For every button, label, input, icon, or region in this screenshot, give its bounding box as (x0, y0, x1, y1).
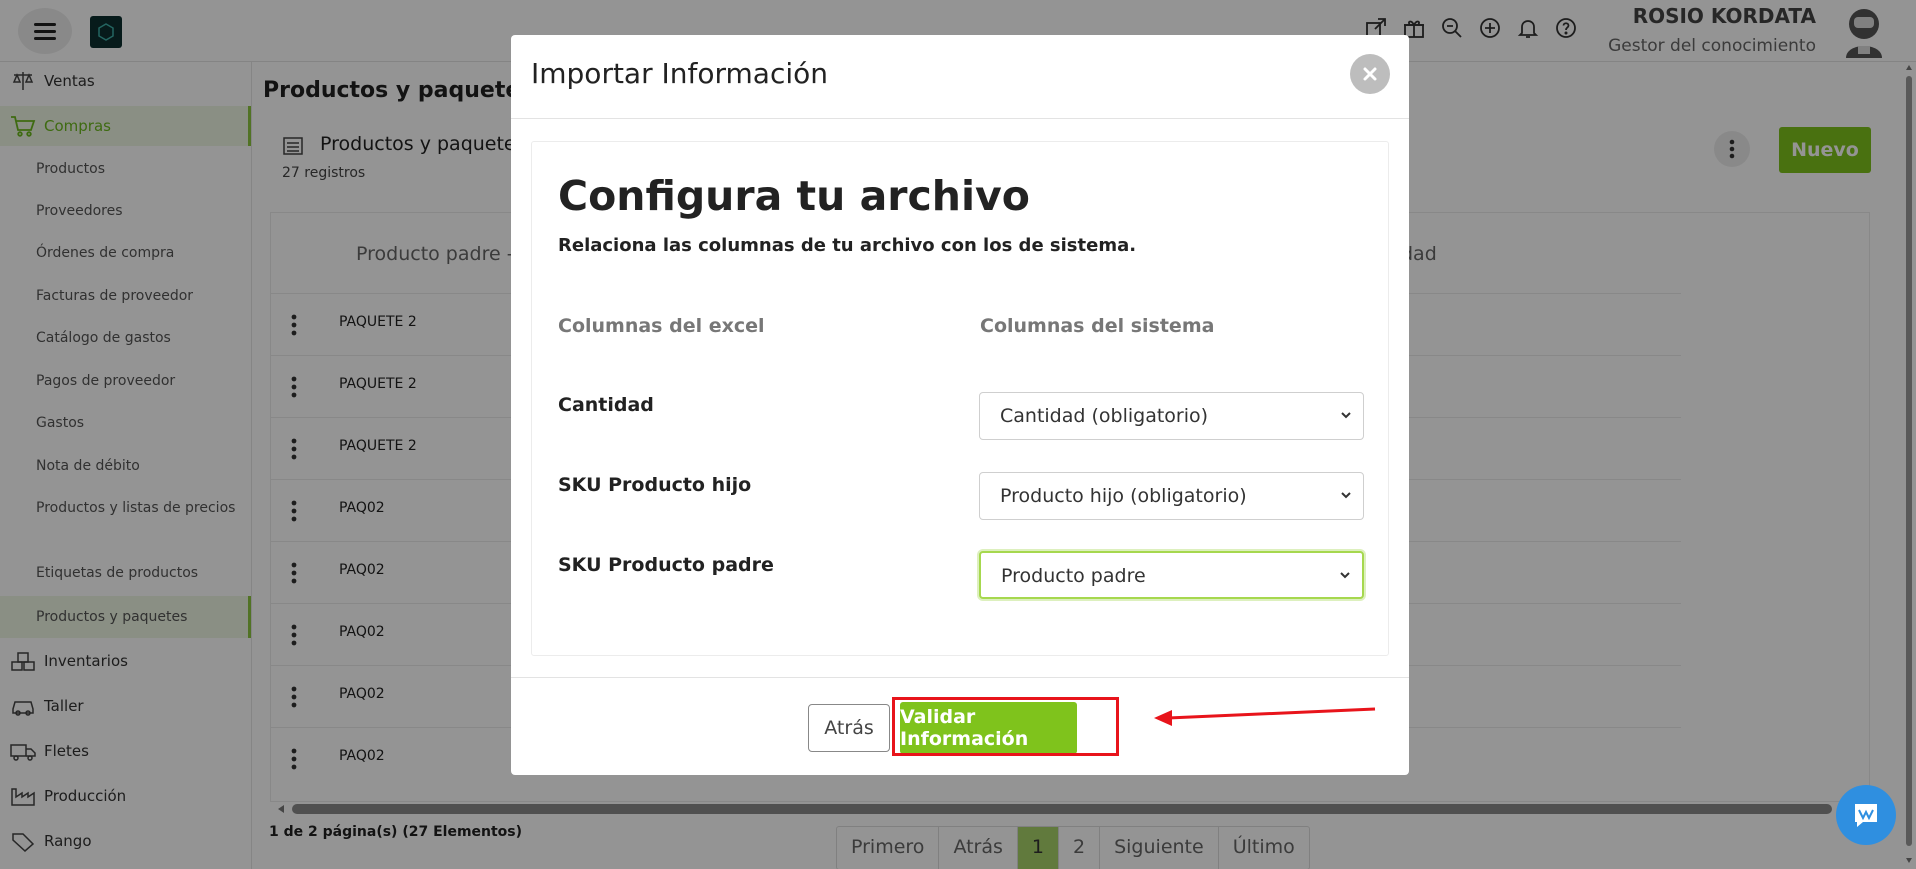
config-heading: Configura tu archivo (558, 172, 1030, 220)
modal-title: Importar Información (531, 57, 828, 90)
select-value: Producto padre (1001, 565, 1146, 587)
import-modal: Importar Información Configura tu archiv… (511, 35, 1409, 775)
excel-column-cantidad: Cantidad (558, 394, 654, 416)
chat-icon (1855, 804, 1877, 827)
chevron-down-icon (1340, 572, 1350, 579)
modal-header: Importar Información (511, 35, 1409, 119)
annotation-arrow-icon (1154, 707, 1376, 726)
system-column-select-hijo[interactable]: Producto hijo (obligatorio) (979, 472, 1364, 520)
chat-support-button[interactable] (1836, 785, 1896, 845)
system-columns-header: Columnas del sistema (980, 315, 1215, 337)
chevron-down-icon (1341, 412, 1351, 419)
system-column-select-cantidad[interactable]: Cantidad (obligatorio) (979, 392, 1364, 440)
close-button[interactable] (1350, 54, 1390, 94)
back-button[interactable]: Atrás (808, 704, 890, 752)
system-column-select-padre[interactable]: Producto padre (979, 551, 1364, 599)
annotation-highlight-box (892, 697, 1119, 756)
excel-columns-header: Columnas del excel (558, 315, 765, 337)
excel-column-sku-hijo: SKU Producto hijo (558, 474, 752, 496)
chevron-down-icon (1341, 492, 1351, 499)
excel-column-sku-padre: SKU Producto padre (558, 554, 774, 576)
select-value: Producto hijo (obligatorio) (1000, 485, 1247, 507)
select-value: Cantidad (obligatorio) (1000, 405, 1209, 427)
config-panel: Configura tu archivo Relaciona las colum… (531, 141, 1389, 656)
close-icon (1363, 67, 1377, 81)
config-subheading: Relaciona las columnas de tu archivo con… (558, 235, 1137, 256)
